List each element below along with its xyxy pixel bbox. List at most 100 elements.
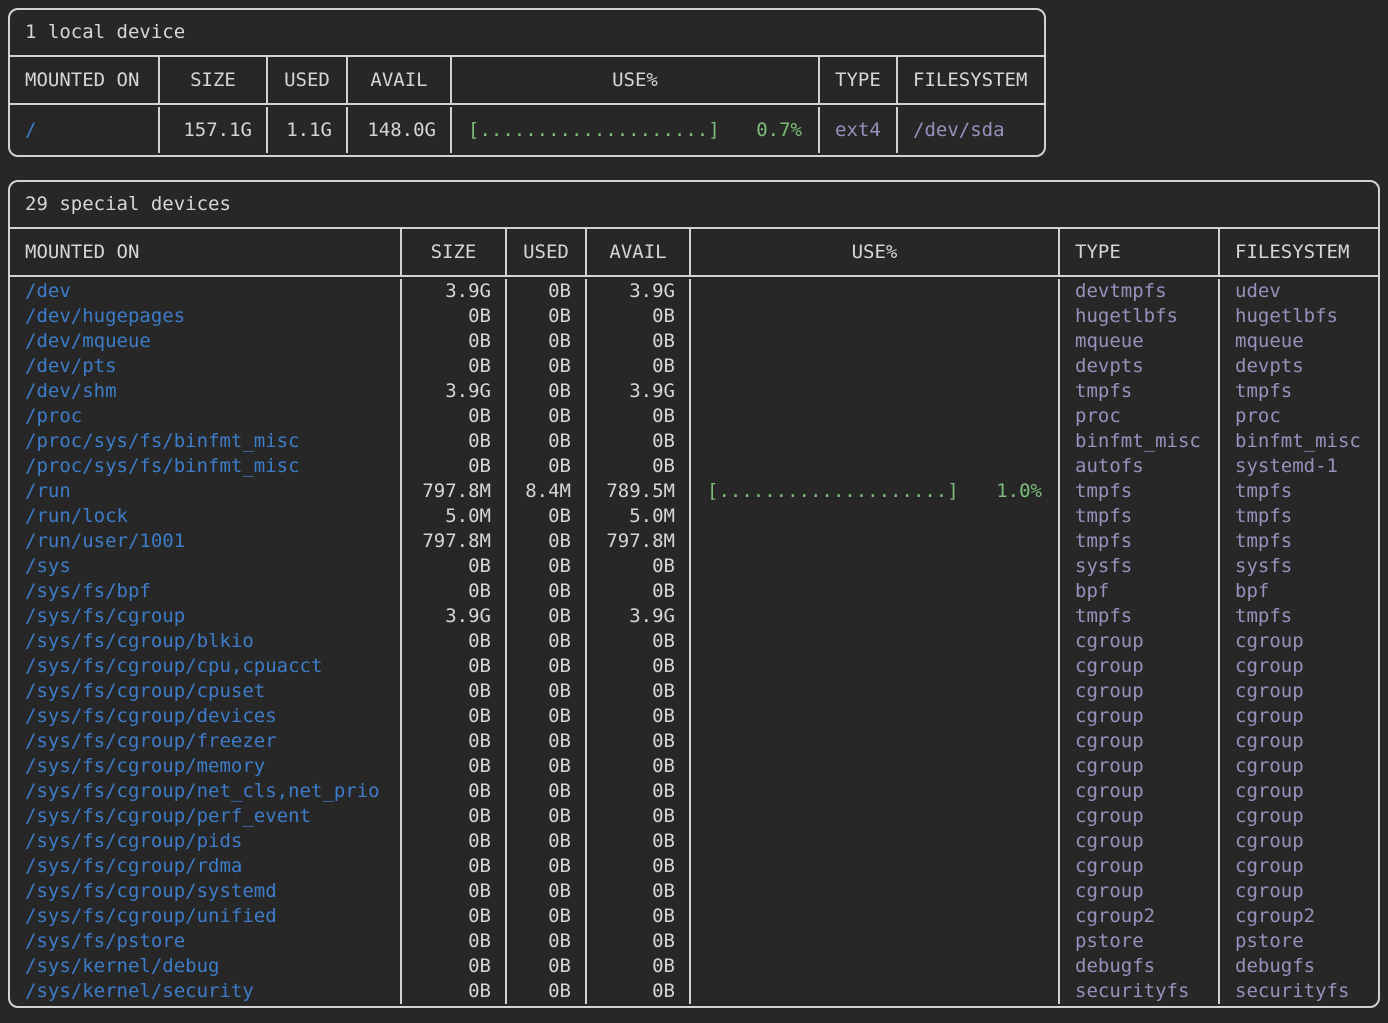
used-cell: 0B: [505, 279, 585, 304]
avail-cell: 0B: [585, 754, 689, 779]
special-devices-table: 29 special devices MOUNTED ON SIZE USED …: [8, 180, 1380, 1008]
table-row: /run/user/1001797.8M0B797.8Mtmpfstmpfs: [10, 529, 1378, 554]
filesystem-cell: debugfs: [1218, 954, 1380, 979]
table-row: /sys/fs/cgroup/net_cls,net_prio0B0B0Bcgr…: [10, 779, 1378, 804]
table-row: /proc0B0B0Bprocproc: [10, 404, 1378, 429]
avail-cell: 0B: [585, 304, 689, 329]
avail-cell: 0B: [585, 654, 689, 679]
avail-cell: 0B: [585, 779, 689, 804]
mount-point-cell: /run/user/1001: [10, 529, 400, 554]
avail-cell: 0B: [585, 679, 689, 704]
header-cell-used: USED: [505, 229, 585, 275]
used-cell: 0B: [505, 754, 585, 779]
table-row: /run797.8M8.4M789.5M[...................…: [10, 479, 1378, 504]
type-cell: cgroup: [1058, 804, 1218, 829]
avail-cell: 0B: [585, 729, 689, 754]
used-cell: 0B: [505, 904, 585, 929]
usage-bar-cell: [689, 379, 1058, 404]
used-cell: 0B: [505, 329, 585, 354]
filesystem-cell: mqueue: [1218, 329, 1380, 354]
filesystem-cell: securityfs: [1218, 979, 1380, 1004]
table-row: /dev/pts0B0B0Bdevptsdevpts: [10, 354, 1378, 379]
used-cell: 0B: [505, 354, 585, 379]
usage-bar-cell: [689, 554, 1058, 579]
header-cell-type: TYPE: [1058, 229, 1218, 275]
type-cell: cgroup2: [1058, 904, 1218, 929]
usage-bar-cell: [....................]0.7%: [450, 107, 818, 153]
table-title: 1 local device: [10, 10, 1044, 57]
mount-point-cell: /sys: [10, 554, 400, 579]
usage-bar-cell: [689, 704, 1058, 729]
used-cell: 0B: [505, 454, 585, 479]
size-cell: 0B: [400, 429, 505, 454]
used-cell: 0B: [505, 579, 585, 604]
used-cell: 0B: [505, 404, 585, 429]
filesystem-cell: cgroup: [1218, 754, 1380, 779]
mount-point-cell: /sys/fs/cgroup/systemd: [10, 879, 400, 904]
table-row: /sys/fs/cgroup/unified0B0B0Bcgroup2cgrou…: [10, 904, 1378, 929]
size-cell: 0B: [400, 754, 505, 779]
usage-bar-cell: [689, 504, 1058, 529]
size-cell: 3.9G: [400, 279, 505, 304]
type-cell: pstore: [1058, 929, 1218, 954]
filesystem-cell: proc: [1218, 404, 1380, 429]
mount-point-cell: /run: [10, 479, 400, 504]
avail-cell: 797.8M: [585, 529, 689, 554]
size-cell: 0B: [400, 679, 505, 704]
type-cell: cgroup: [1058, 779, 1218, 804]
header-cell-avail: AVAIL: [585, 229, 689, 275]
filesystem-cell: devpts: [1218, 354, 1380, 379]
used-cell: 0B: [505, 729, 585, 754]
avail-cell: 0B: [585, 929, 689, 954]
filesystem-cell: bpf: [1218, 579, 1380, 604]
size-cell: 0B: [400, 404, 505, 429]
table-row: /sys/fs/cgroup/cpu,cpuacct0B0B0Bcgroupcg…: [10, 654, 1378, 679]
type-cell: tmpfs: [1058, 529, 1218, 554]
filesystem-cell: cgroup: [1218, 679, 1380, 704]
header-cell-used: USED: [266, 57, 346, 103]
mount-point-cell: /dev/shm: [10, 379, 400, 404]
used-cell: 0B: [505, 879, 585, 904]
mount-point-cell: /proc/sys/fs/binfmt_misc: [10, 454, 400, 479]
used-cell: 0B: [505, 554, 585, 579]
used-cell: 0B: [505, 704, 585, 729]
used-cell: 0B: [505, 429, 585, 454]
size-cell: 0B: [400, 954, 505, 979]
avail-cell: 148.0G: [346, 107, 450, 153]
size-cell: 0B: [400, 854, 505, 879]
table-row: /sys/fs/cgroup/cpuset0B0B0Bcgroupcgroup: [10, 679, 1378, 704]
table-row: /sys/fs/cgroup3.9G0B3.9Gtmpfstmpfs: [10, 604, 1378, 629]
size-cell: 0B: [400, 304, 505, 329]
table-header: MOUNTED ON SIZE USED AVAIL USE% TYPE FIL…: [10, 229, 1378, 277]
size-cell: 0B: [400, 704, 505, 729]
avail-cell: 0B: [585, 629, 689, 654]
avail-cell: 3.9G: [585, 279, 689, 304]
usage-bar: [....................]: [707, 479, 959, 504]
used-cell: 1.1G: [266, 107, 346, 153]
filesystem-cell: /dev/sda: [896, 107, 1046, 153]
mount-point-cell: /dev/pts: [10, 354, 400, 379]
usage-bar-cell: [689, 729, 1058, 754]
size-cell: 0B: [400, 929, 505, 954]
filesystem-cell: tmpfs: [1218, 479, 1380, 504]
header-cell-size: SIZE: [158, 57, 266, 103]
table-row: /sys/kernel/debug0B0B0Bdebugfsdebugfs: [10, 954, 1378, 979]
usage-bar-cell: [689, 329, 1058, 354]
type-cell: bpf: [1058, 579, 1218, 604]
avail-cell: 3.9G: [585, 604, 689, 629]
type-cell: cgroup: [1058, 704, 1218, 729]
mount-point-cell: /sys/fs/cgroup/pids: [10, 829, 400, 854]
size-cell: 0B: [400, 354, 505, 379]
type-cell: cgroup: [1058, 854, 1218, 879]
table-row: /dev/mqueue0B0B0Bmqueuemqueue: [10, 329, 1378, 354]
filesystem-cell: tmpfs: [1218, 504, 1380, 529]
size-cell: 797.8M: [400, 529, 505, 554]
header-cell-size: SIZE: [400, 229, 505, 275]
size-cell: 0B: [400, 804, 505, 829]
used-cell: 0B: [505, 529, 585, 554]
table-row: /dev3.9G0B3.9Gdevtmpfsudev: [10, 279, 1378, 304]
filesystem-cell: cgroup: [1218, 779, 1380, 804]
avail-cell: 5.0M: [585, 504, 689, 529]
mount-point-cell: /sys/fs/pstore: [10, 929, 400, 954]
filesystem-cell: pstore: [1218, 929, 1380, 954]
